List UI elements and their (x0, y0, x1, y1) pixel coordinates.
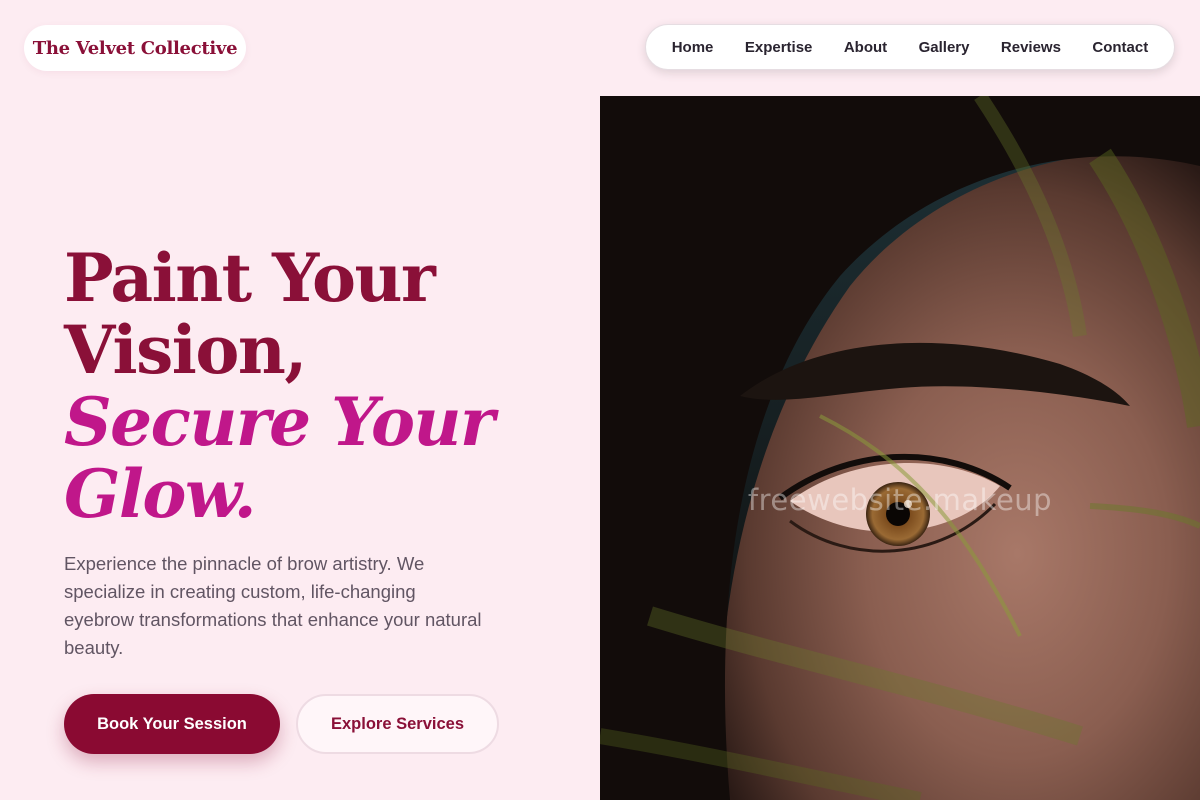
explore-services-button[interactable]: Explore Services (296, 694, 499, 754)
book-session-button[interactable]: Book Your Session (64, 694, 280, 754)
nav-item-home[interactable]: Home (672, 39, 714, 56)
main-nav: Home Expertise About Gallery Reviews Con… (645, 24, 1175, 70)
brand-name: The Velvet Collective (32, 37, 238, 59)
nav-item-reviews[interactable]: Reviews (1001, 39, 1061, 56)
brand-logo[interactable]: The Velvet Collective (24, 25, 246, 71)
nav-item-expertise[interactable]: Expertise (745, 39, 813, 56)
hero-headline: Paint Your Vision, Secure Your Glow. (64, 239, 495, 533)
headline-line-3: Secure Your (64, 383, 495, 461)
hero-description: Experience the pinnacle of brow artistry… (64, 553, 482, 658)
nav-item-about[interactable]: About (844, 39, 887, 56)
image-watermark: freewebsite.makeup (747, 483, 1053, 517)
headline-line-1: Paint Your (64, 239, 436, 317)
nav-item-gallery[interactable]: Gallery (919, 39, 970, 56)
hero-image (600, 96, 1200, 800)
headline-line-4: Glow. (64, 455, 257, 533)
nav-item-contact[interactable]: Contact (1092, 39, 1148, 56)
headline-line-2: Vision, (64, 311, 307, 389)
